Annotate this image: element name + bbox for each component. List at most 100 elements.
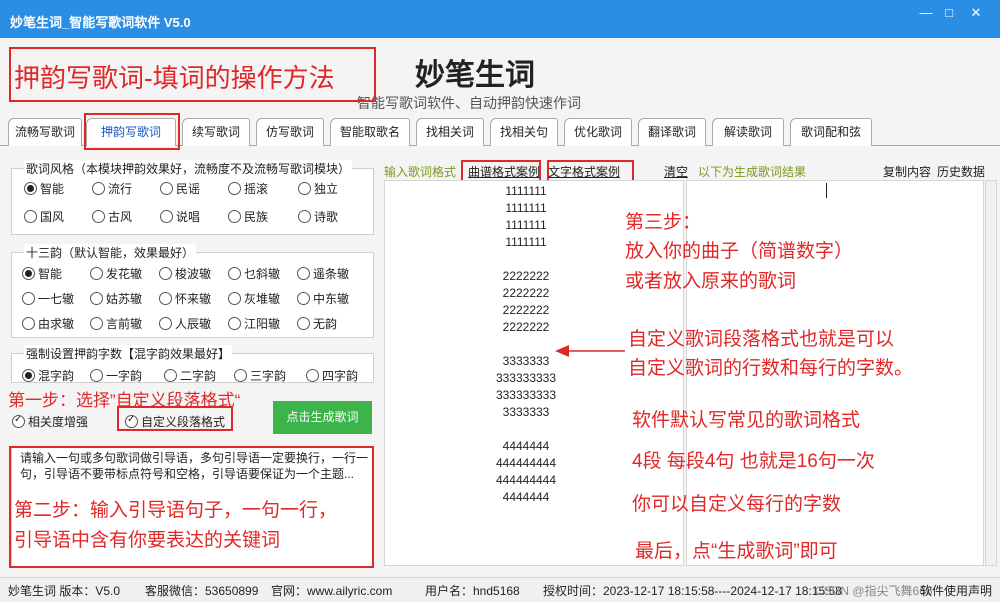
- rhyme-option-14[interactable]: 无韵: [297, 315, 337, 332]
- radio-selected-icon: [22, 267, 35, 280]
- annotation-default-detail: 4段 每段4句 也就是16句一次: [632, 451, 875, 472]
- force-option-four[interactable]: 四字韵: [306, 367, 358, 384]
- arrow-left-icon: [555, 345, 625, 357]
- rhyme-option-4[interactable]: 遥条辙: [297, 265, 349, 282]
- radio-icon: [92, 210, 105, 223]
- rhyme-option-8[interactable]: 灰堆辙: [228, 290, 280, 307]
- style-option-pop[interactable]: 流行: [92, 180, 132, 197]
- tab-translate[interactable]: 翻译歌词: [638, 118, 706, 146]
- style-option-rap[interactable]: 说唱: [160, 208, 200, 225]
- window-title: 妙笔生词_智能写歌词软件 V5.0: [10, 15, 191, 30]
- radio-icon: [298, 210, 311, 223]
- clear-button[interactable]: 清空: [664, 163, 688, 180]
- radio-icon: [24, 210, 37, 223]
- style-group-title: 歌词风格（本模块押韵效果好，流畅度不及流畅写歌词模块）: [24, 160, 353, 177]
- rhyme-option-0[interactable]: 智能: [22, 265, 62, 282]
- annotation-step3-line3: 或者放入原来的歌词: [625, 271, 797, 292]
- rhyme-option-9[interactable]: 中东辙: [297, 290, 349, 307]
- rhyme-option-3[interactable]: 乜斜辙: [228, 265, 280, 282]
- status-manual[interactable]: 软件使用声明: [920, 582, 992, 599]
- tab-song-name[interactable]: 智能取歌名: [330, 118, 410, 146]
- status-wechat: 客服微信：53650899: [145, 584, 259, 598]
- tab-related-words[interactable]: 找相关词: [416, 118, 484, 146]
- force-option-mixed[interactable]: 混字韵: [22, 367, 74, 384]
- tab-interpret[interactable]: 解读歌词: [712, 118, 784, 146]
- annotation-text-box: [547, 160, 634, 182]
- status-website[interactable]: 官网：www.ailyric.com: [271, 582, 392, 599]
- force-option-two[interactable]: 二字韵: [164, 367, 216, 384]
- force-option-three[interactable]: 三字韵: [234, 367, 286, 384]
- tab-optimize[interactable]: 优化歌词: [564, 118, 632, 146]
- radio-icon: [297, 292, 310, 305]
- rhyme-option-7[interactable]: 怀来辙: [159, 290, 211, 307]
- radio-icon: [298, 182, 311, 195]
- watermark-text: CSDN @指尖飞舞666: [815, 584, 933, 598]
- tab-related-sentences[interactable]: 找相关句: [490, 118, 558, 146]
- radio-icon: [90, 292, 103, 305]
- radio-icon: [90, 317, 103, 330]
- radio-icon: [306, 369, 319, 382]
- status-bar: 妙笔生词 版本：V5.0 客服微信：53650899 官网：www.ailyri…: [0, 577, 1000, 602]
- annotation-step2-line1: 第二步：输入引导语句子，一句一行，: [14, 500, 338, 521]
- radio-icon: [164, 369, 177, 382]
- radio-selected-icon: [24, 182, 37, 195]
- radio-icon: [90, 267, 103, 280]
- style-option-poetry[interactable]: 诗歌: [298, 208, 338, 225]
- radio-icon: [228, 317, 241, 330]
- tab-imitate[interactable]: 仿写歌词: [256, 118, 324, 146]
- maximize-icon[interactable]: □: [935, 4, 963, 22]
- format-line: 1111111: [505, 184, 547, 198]
- checkbox-checked-icon: [12, 414, 25, 428]
- annotation-checkbox-box: [117, 406, 233, 431]
- radio-icon: [92, 182, 105, 195]
- tab-chords[interactable]: 歌词配和弦: [790, 118, 872, 146]
- style-option-folk[interactable]: 民谣: [160, 180, 200, 197]
- copy-button[interactable]: 复制内容: [883, 163, 931, 180]
- annotation-step3-line2: 放入你的曲子（简谱数字）: [625, 241, 854, 262]
- tab-continue[interactable]: 续写歌词: [182, 118, 250, 146]
- radio-icon: [160, 182, 173, 195]
- force-option-one[interactable]: 一字韵: [90, 367, 142, 384]
- rhyme-option-13[interactable]: 江阳辙: [228, 315, 280, 332]
- style-option-ancient[interactable]: 古风: [92, 208, 132, 225]
- style-option-indie[interactable]: 独立: [298, 180, 338, 197]
- result-hint: 以下为生成歌词结果: [698, 165, 807, 179]
- radio-icon: [234, 369, 247, 382]
- format-line: 2222222: [502, 303, 550, 317]
- history-button[interactable]: 历史数据: [937, 163, 985, 180]
- radio-icon: [159, 267, 172, 280]
- radio-icon: [228, 210, 241, 223]
- relevance-checkbox[interactable]: 相关度增强: [12, 413, 88, 430]
- radio-icon: [228, 292, 241, 305]
- rhyme-option-1[interactable]: 发花辙: [90, 265, 142, 282]
- annotation-score-box: [461, 160, 541, 182]
- rhyme-option-2[interactable]: 梭波辙: [159, 265, 211, 282]
- status-app: 妙笔生词 版本：V5.0: [8, 584, 121, 598]
- annotation-step3-line1: 第三步：: [625, 212, 702, 233]
- status-auth: 授权时间：2023-12-17 18:15:58----2024-12-17 1…: [543, 584, 842, 598]
- annotation-headline: 押韵写歌词-填词的操作方法: [14, 63, 335, 93]
- rhyme-group-title: 十三韵（默认智能，效果最好）: [24, 244, 197, 261]
- format-line: 4444444: [502, 439, 550, 453]
- style-option-guofeng[interactable]: 国风: [24, 208, 64, 225]
- close-icon[interactable]: ✕: [962, 4, 990, 22]
- rhyme-option-5[interactable]: 一七辙: [22, 290, 74, 307]
- app-title: 妙笔生词: [415, 58, 535, 93]
- annotation-tab-box: [84, 113, 180, 150]
- rhyme-option-10[interactable]: 由求辙: [22, 315, 74, 332]
- annotation-custom-line1: 自定义歌词段落格式也就是可以: [628, 329, 895, 350]
- radio-icon: [159, 292, 172, 305]
- radio-icon: [22, 292, 35, 305]
- rhyme-option-12[interactable]: 人辰辙: [159, 315, 211, 332]
- generate-button[interactable]: 点击生成歌词: [273, 401, 372, 434]
- style-option-rock[interactable]: 摇滚: [228, 180, 268, 197]
- style-option-smart[interactable]: 智能: [24, 180, 64, 197]
- output-scrollbar[interactable]: [985, 180, 997, 566]
- style-option-ethnic[interactable]: 民族: [228, 208, 268, 225]
- radio-icon: [228, 267, 241, 280]
- force-group-title: 强制设置押韵字数【混字韵效果最好】: [24, 345, 233, 362]
- format-line: 4444444: [502, 490, 550, 504]
- tab-fluent[interactable]: 流畅写歌词: [8, 118, 82, 146]
- rhyme-option-6[interactable]: 姑苏辙: [90, 290, 142, 307]
- rhyme-option-11[interactable]: 言前辙: [90, 315, 142, 332]
